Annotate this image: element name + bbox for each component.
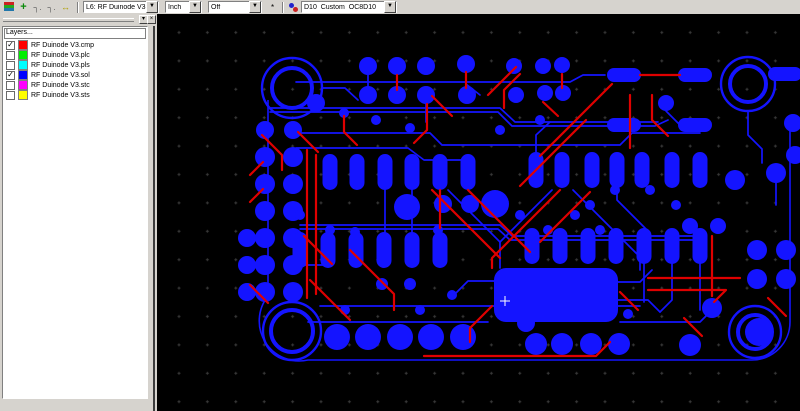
- mode-value: Off: [211, 3, 221, 11]
- layer-color-swatch[interactable]: [18, 50, 28, 60]
- layer-checkbox[interactable]: [6, 60, 15, 70]
- main-toolbar: + ┐. ┐. ↔ L6: RF Duinode V3.sts ▼ Inch ▼…: [0, 0, 800, 14]
- layer-checkbox[interactable]: [6, 80, 15, 90]
- query-tool-icon[interactable]: ┐.: [45, 1, 58, 13]
- pcb-canvas[interactable]: [157, 14, 800, 411]
- layer-label: RF Duinode V3.pls: [31, 61, 90, 69]
- swap-arrows-icon[interactable]: ↔: [59, 1, 72, 13]
- mode-select[interactable]: Off ▼: [208, 1, 262, 13]
- layer-color-swatch[interactable]: [18, 60, 28, 70]
- chevron-down-icon[interactable]: ▼: [146, 1, 158, 13]
- layers-stack-glyph: [4, 2, 15, 12]
- aperture-icon: [288, 2, 299, 13]
- layer-checkbox[interactable]: ✓: [6, 70, 15, 80]
- dcode-name: OC8D10: [348, 3, 376, 11]
- layers-list: ✓ RF Duinode V3.cmp RF Duinode V3.plc RF Du…: [3, 40, 147, 100]
- layers-panel-title: Layers...: [4, 28, 146, 39]
- dcode-select[interactable]: D10 Custom OC8D10 ▼: [301, 1, 397, 13]
- chevron-down-icon[interactable]: ▼: [384, 1, 396, 13]
- panel-titlebar: ▾ ×: [0, 14, 156, 26]
- measure-tool-icon[interactable]: ┐.: [31, 1, 44, 13]
- panel-close-button[interactable]: ×: [147, 15, 156, 24]
- add-plus-icon[interactable]: +: [17, 1, 30, 13]
- layer-label: RF Duinode V3.cmp: [31, 41, 95, 49]
- chevron-down-icon[interactable]: ▼: [189, 1, 201, 13]
- layer-label: RF Duinode V3.plc: [31, 51, 90, 59]
- layer-checkbox[interactable]: [6, 50, 15, 60]
- units-select[interactable]: Inch ▼: [165, 1, 202, 13]
- dcode-code: D10: [304, 3, 317, 11]
- toolbar-separator: [77, 1, 79, 13]
- units-value: Inch: [168, 3, 182, 11]
- layer-color-swatch[interactable]: [18, 70, 28, 80]
- layers-stack-icon[interactable]: [3, 1, 16, 13]
- layer-label: RF Duinode V3.sts: [31, 91, 90, 99]
- layer-checkbox[interactable]: [6, 90, 15, 100]
- layer-row: RF Duinode V3.pls: [3, 60, 147, 70]
- layer-label: RF Duinode V3.sol: [31, 71, 90, 79]
- asterisk-button[interactable]: *: [268, 1, 277, 13]
- layer-color-swatch[interactable]: [18, 90, 28, 100]
- dcode-type: Custom: [320, 3, 345, 11]
- layer-row: RF Duinode V3.sts: [3, 90, 147, 100]
- layer-row: ✓ RF Duinode V3.cmp: [3, 40, 147, 50]
- active-layer-select[interactable]: L6: RF Duinode V3.sts ▼: [83, 1, 159, 13]
- layer-row: ✓ RF Duinode V3.sol: [3, 70, 147, 80]
- layer-label: RF Duinode V3.stc: [31, 81, 90, 89]
- layer-checkbox[interactable]: ✓: [6, 40, 15, 50]
- layer-color-swatch[interactable]: [18, 80, 28, 90]
- layer-row: RF Duinode V3.stc: [3, 80, 147, 90]
- chevron-down-icon[interactable]: ▼: [249, 1, 261, 13]
- layers-listbox: Layers... ✓ RF Duinode V3.cmp RF Duinode V…: [2, 26, 148, 399]
- active-layer-value: L6: RF Duinode V3.sts: [86, 3, 146, 11]
- layer-color-swatch[interactable]: [18, 40, 28, 50]
- layers-panel: Layers... ✓ RF Duinode V3.cmp RF Duinode V…: [0, 26, 155, 411]
- layer-row: RF Duinode V3.plc: [3, 50, 147, 60]
- panel-grip[interactable]: [3, 18, 134, 22]
- toolbar-separator: [282, 1, 284, 13]
